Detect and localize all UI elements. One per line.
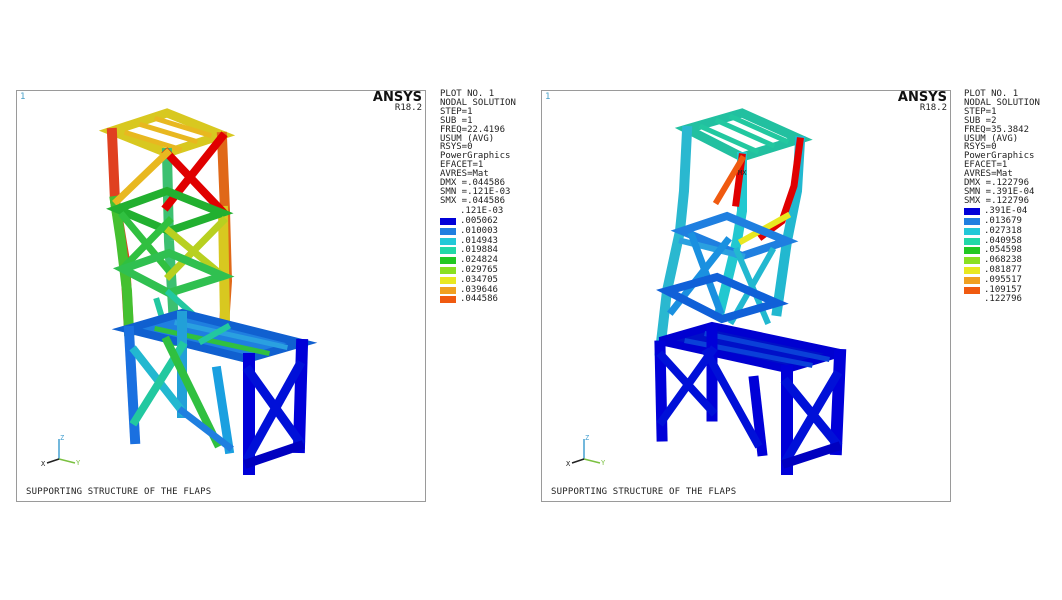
legend-value: .040958	[984, 235, 1022, 246]
legend-value: .027318	[984, 225, 1022, 236]
legend-swatch	[440, 247, 456, 255]
legend-swatch	[440, 257, 456, 265]
triad-x-label: X	[41, 460, 46, 468]
plot-caption: SUPPORTING STRUCTURE OF THE FLAPS	[26, 487, 212, 497]
legend-swatch	[440, 286, 456, 294]
plot-viewport-mode2[interactable]: 1 ANSYS R18.2 MX Z Y X SUPPORTING STRUCT…	[541, 90, 951, 502]
fea-model-mode2: MX Z Y X	[566, 108, 847, 475]
legend-value: .013679	[984, 216, 1022, 227]
legend-swatch	[964, 227, 980, 235]
legend-swatch	[440, 237, 456, 245]
legend-value: .121E-03	[460, 206, 504, 217]
legend-value: .039646	[460, 284, 498, 295]
coordinate-triad: Z Y X	[41, 434, 81, 468]
legend-swatch	[964, 257, 980, 265]
triad-x-label: X	[566, 460, 571, 468]
legend-swatch	[964, 266, 980, 274]
legend-value: .034705	[460, 274, 498, 285]
legend-swatch	[440, 266, 456, 274]
contour-legend: .391E-04 .013679 .027318 .040958 .054598…	[964, 207, 1054, 305]
legend-swatch	[440, 227, 456, 235]
legend-swatch	[440, 276, 456, 284]
triad-z-label: Z	[585, 434, 589, 442]
plot-caption: SUPPORTING STRUCTURE OF THE FLAPS	[551, 487, 737, 497]
coordinate-triad: Z Y X	[566, 434, 606, 468]
legend-value: .081877	[984, 265, 1022, 275]
contour-legend: .121E-03 .005062 .010003 .014943 .019884…	[440, 207, 530, 305]
legend-value: .095517	[984, 274, 1022, 285]
legend-value: .005062	[460, 216, 498, 227]
legend-swatch	[440, 296, 456, 304]
legend-value: .054598	[984, 245, 1022, 256]
legend-swatch	[964, 286, 980, 294]
legend-swatch	[440, 217, 456, 225]
legend-swatch	[964, 237, 980, 245]
triad-y-label: Y	[601, 459, 606, 467]
legend-value: .391E-04	[984, 206, 1028, 217]
legend-value: .044586	[460, 294, 498, 305]
legend-swatch	[964, 247, 980, 255]
triad-y-label: Y	[76, 459, 81, 467]
plot-info-legend-mode1: PLOT NO. 1 NODAL SOLUTION STEP=1 SUB =1 …	[440, 90, 530, 305]
plot-info-legend-mode2: PLOT NO. 1 NODAL SOLUTION STEP=1 SUB =2 …	[964, 90, 1054, 305]
plot-viewport-mode1[interactable]: 1 ANSYS R18.2 Z Y X SUPPORTING STRUCTURE…	[16, 90, 426, 502]
info-line: SMX =.122796	[964, 195, 1030, 206]
fea-model-mode1: Z Y X	[41, 108, 318, 475]
legend-value: .024824	[460, 255, 498, 266]
legend-value: .109157	[984, 284, 1022, 295]
legend-value: .068238	[984, 255, 1022, 266]
legend-swatch	[964, 208, 980, 216]
legend-value: .122796	[984, 294, 1022, 305]
max-marker: MX	[738, 169, 747, 177]
legend-value: .010003	[460, 225, 498, 236]
legend-value: .014943	[460, 235, 498, 246]
legend-value: .019884	[460, 245, 498, 256]
legend-swatch	[964, 217, 980, 225]
legend-value: .029765	[460, 265, 498, 275]
legend-swatch	[964, 276, 980, 284]
info-line: SMX =.044586	[440, 195, 506, 206]
triad-z-label: Z	[60, 434, 64, 442]
